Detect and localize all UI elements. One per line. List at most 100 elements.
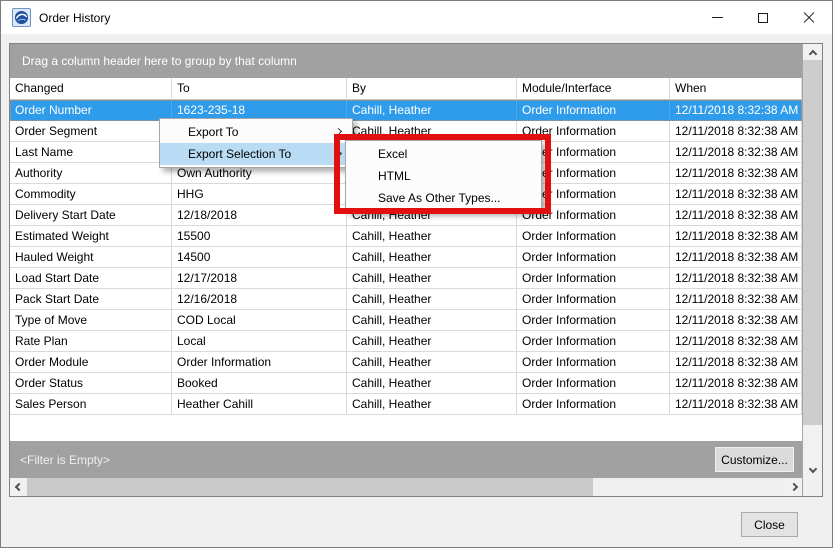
close-button[interactable]: Close [741, 512, 798, 537]
cell-to[interactable]: 14500 [172, 247, 347, 268]
cell-by[interactable]: Cahill, Heather [347, 394, 517, 415]
cell-module[interactable]: Order Information [517, 100, 670, 121]
submenu-item-html[interactable]: HTML [346, 165, 541, 187]
column-header-when[interactable]: When [670, 78, 802, 100]
scroll-right-button[interactable] [785, 478, 802, 496]
column-header-by[interactable]: By [347, 78, 517, 100]
table-row[interactable]: Hauled Weight14500Cahill, HeatherOrder I… [10, 247, 802, 268]
submenu-item-save-as-other-types-[interactable]: Save As Other Types... [346, 187, 541, 209]
cell-when[interactable]: 12/11/2018 8:32:38 AM [670, 226, 802, 247]
cell-when[interactable]: 12/11/2018 8:32:38 AM [670, 268, 802, 289]
minimize-button[interactable] [694, 1, 740, 34]
cell-by[interactable]: Cahill, Heather [347, 226, 517, 247]
table-row[interactable]: Type of MoveCOD LocalCahill, HeatherOrde… [10, 310, 802, 331]
cell-changed[interactable]: Authority [10, 163, 172, 184]
cell-module[interactable]: Order Information [517, 373, 670, 394]
cell-changed[interactable]: Order Module [10, 352, 172, 373]
horizontal-scroll-track[interactable] [593, 478, 785, 496]
group-by-bar[interactable]: Drag a column header here to group by th… [10, 44, 802, 78]
table-row[interactable]: Sales PersonHeather CahillCahill, Heathe… [10, 394, 802, 415]
cell-to[interactable]: Local [172, 331, 347, 352]
cell-by[interactable]: Cahill, Heather [347, 289, 517, 310]
cell-module[interactable]: Order Information [517, 226, 670, 247]
cell-to[interactable]: 12/17/2018 [172, 268, 347, 289]
cell-to[interactable]: Order Information [172, 352, 347, 373]
cell-module[interactable]: Order Information [517, 121, 670, 142]
cell-changed[interactable]: Sales Person [10, 394, 172, 415]
cell-to[interactable]: HHG [172, 184, 347, 205]
cell-changed[interactable]: Pack Start Date [10, 289, 172, 310]
scroll-up-button[interactable] [803, 44, 822, 60]
cell-when[interactable]: 12/11/2018 8:32:38 AM [670, 310, 802, 331]
vertical-scrollbar[interactable] [803, 44, 822, 478]
table-row[interactable]: Rate PlanLocalCahill, HeatherOrder Infor… [10, 331, 802, 352]
cell-module[interactable]: Order Information [517, 352, 670, 373]
vertical-scroll-thumb[interactable] [803, 60, 822, 425]
cell-changed[interactable]: Order Status [10, 373, 172, 394]
vertical-scroll-track[interactable] [803, 425, 822, 462]
cell-when[interactable]: 12/11/2018 8:32:38 AM [670, 100, 802, 121]
cell-by[interactable]: Cahill, Heather [347, 268, 517, 289]
cell-changed[interactable]: Type of Move [10, 310, 172, 331]
table-row[interactable]: Order Segment Cahill, HeatherOrder Inform… [10, 121, 802, 142]
cell-to[interactable]: COD Local [172, 310, 347, 331]
cell-changed[interactable]: Load Start Date [10, 268, 172, 289]
cell-changed[interactable]: Hauled Weight [10, 247, 172, 268]
table-row[interactable]: Order StatusBookedCahill, HeatherOrder I… [10, 373, 802, 394]
column-header-module[interactable]: Module/Interface [517, 78, 670, 100]
cell-when[interactable]: 12/11/2018 8:32:38 AM [670, 205, 802, 226]
table-row[interactable]: Pack Start Date12/16/2018Cahill, Heather… [10, 289, 802, 310]
cell-changed[interactable]: Order Segment [10, 121, 172, 142]
cell-when[interactable]: 12/11/2018 8:32:38 AM [670, 289, 802, 310]
cell-when[interactable]: 12/11/2018 8:32:38 AM [670, 163, 802, 184]
cell-when[interactable]: 12/11/2018 8:32:38 AM [670, 142, 802, 163]
maximize-button[interactable] [740, 1, 786, 34]
cell-module[interactable]: Order Information [517, 310, 670, 331]
cell-module[interactable]: Order Information [517, 331, 670, 352]
cell-when[interactable]: 12/11/2018 8:32:38 AM [670, 352, 802, 373]
cell-to[interactable]: 12/18/2018 [172, 205, 347, 226]
close-window-button[interactable] [786, 1, 832, 34]
cell-when[interactable]: 12/11/2018 8:32:38 AM [670, 394, 802, 415]
horizontal-scroll-thumb[interactable] [27, 478, 593, 496]
cell-by[interactable]: Cahill, Heather [347, 100, 517, 121]
cell-module[interactable]: Order Information [517, 268, 670, 289]
cell-by[interactable]: Cahill, Heather [347, 331, 517, 352]
menu-item-export-selection-to[interactable]: Export Selection To [160, 143, 352, 165]
cell-module[interactable]: Order Information [517, 394, 670, 415]
table-row[interactable]: Load Start Date12/17/2018Cahill, Heather… [10, 268, 802, 289]
column-header-changed[interactable]: Changed [10, 78, 172, 100]
cell-to[interactable]: 15500 [172, 226, 347, 247]
table-row[interactable]: Order ModuleOrder InformationCahill, Hea… [10, 352, 802, 373]
cell-by[interactable]: Cahill, Heather [347, 121, 517, 142]
cell-module[interactable]: Order Information [517, 289, 670, 310]
table-row[interactable]: Estimated Weight15500Cahill, HeatherOrde… [10, 226, 802, 247]
submenu-item-excel[interactable]: Excel [346, 143, 541, 165]
cell-when[interactable]: 12/11/2018 8:32:38 AM [670, 331, 802, 352]
customize-button[interactable]: Customize... [715, 447, 794, 472]
cell-to[interactable]: Heather Cahill [172, 394, 347, 415]
cell-by[interactable]: Cahill, Heather [347, 247, 517, 268]
cell-when[interactable]: 12/11/2018 8:32:38 AM [670, 373, 802, 394]
cell-by[interactable]: Cahill, Heather [347, 310, 517, 331]
scroll-down-button[interactable] [803, 462, 822, 478]
cell-changed[interactable]: Commodity [10, 184, 172, 205]
cell-changed[interactable]: Last Name [10, 142, 172, 163]
cell-to[interactable]: 12/16/2018 [172, 289, 347, 310]
cell-changed[interactable]: Rate Plan [10, 331, 172, 352]
column-header-to[interactable]: To [172, 78, 347, 100]
cell-by[interactable]: Cahill, Heather [347, 373, 517, 394]
cell-changed[interactable]: Estimated Weight [10, 226, 172, 247]
cell-changed[interactable]: Order Number [10, 100, 172, 121]
cell-when[interactable]: 12/11/2018 8:32:38 AM [670, 184, 802, 205]
cell-when[interactable]: 12/11/2018 8:32:38 AM [670, 121, 802, 142]
cell-when[interactable]: 12/11/2018 8:32:38 AM [670, 247, 802, 268]
cell-module[interactable]: Order Information [517, 247, 670, 268]
table-row[interactable]: Order Number1623-235-18Cahill, HeatherOr… [10, 100, 802, 121]
scroll-left-button[interactable] [10, 478, 27, 496]
cell-to[interactable]: Booked [172, 373, 347, 394]
menu-item-export-to[interactable]: Export To [160, 121, 352, 143]
horizontal-scrollbar[interactable] [10, 478, 802, 496]
cell-changed[interactable]: Delivery Start Date [10, 205, 172, 226]
cell-by[interactable]: Cahill, Heather [347, 352, 517, 373]
